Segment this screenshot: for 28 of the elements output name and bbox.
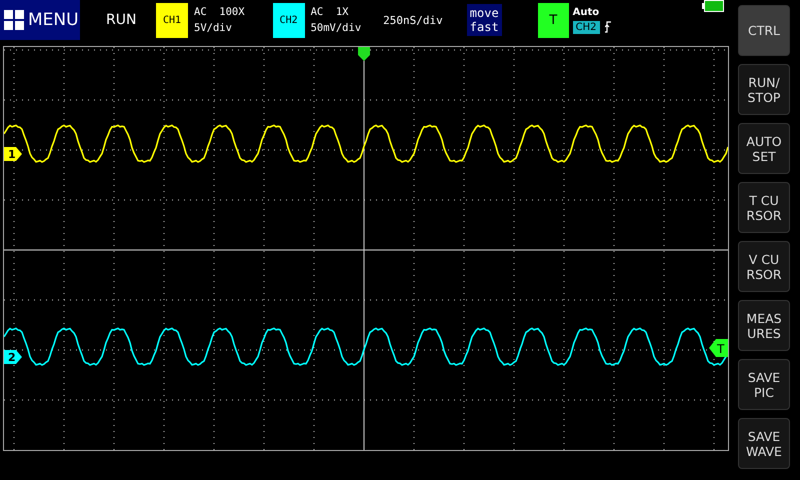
battery-icon <box>702 0 724 12</box>
menu-softkey[interactable]: V CU RSOR <box>738 241 790 292</box>
channel-badge[interactable]: CH1 <box>156 2 188 38</box>
trigger-badge[interactable]: T <box>538 2 569 38</box>
menu-softkey[interactable]: RUN/ STOP <box>738 64 790 115</box>
trigger-mode: Auto <box>572 6 600 18</box>
trigger-position-marker[interactable] <box>358 47 370 61</box>
channel-badge[interactable]: CH2 <box>272 2 305 38</box>
rising-edge-icon <box>604 21 611 33</box>
menu-softkey[interactable]: AUTO SET <box>738 123 790 174</box>
move-mode[interactable]: move fast <box>466 4 502 36</box>
menu-softkey[interactable]: SAVE PIC <box>738 359 790 410</box>
menu-softkey[interactable]: CTRL <box>738 5 790 56</box>
menu-button[interactable]: MENU <box>0 0 80 40</box>
menu-softkey[interactable]: SAVE WAVE <box>738 418 790 469</box>
timebase[interactable]: 250nS/div <box>383 14 443 26</box>
channel-marker[interactable]: 1 <box>4 147 22 161</box>
menu-softkey[interactable]: MEAS URES <box>738 300 790 351</box>
run-status: RUN <box>106 12 138 28</box>
menu-softkey[interactable]: T CU RSOR <box>738 182 790 233</box>
channel-scale: 50mV/div <box>310 21 362 36</box>
grid-icon <box>4 10 24 30</box>
channel-marker[interactable]: 2 <box>4 350 22 364</box>
channel-coupling: AC 1X <box>310 5 350 20</box>
channel-scale: 5V/div <box>194 21 233 36</box>
trigger-source: CH2 <box>572 20 600 34</box>
trigger-level-marker[interactable]: T <box>709 339 728 357</box>
channel-coupling: AC 100X <box>194 5 245 20</box>
